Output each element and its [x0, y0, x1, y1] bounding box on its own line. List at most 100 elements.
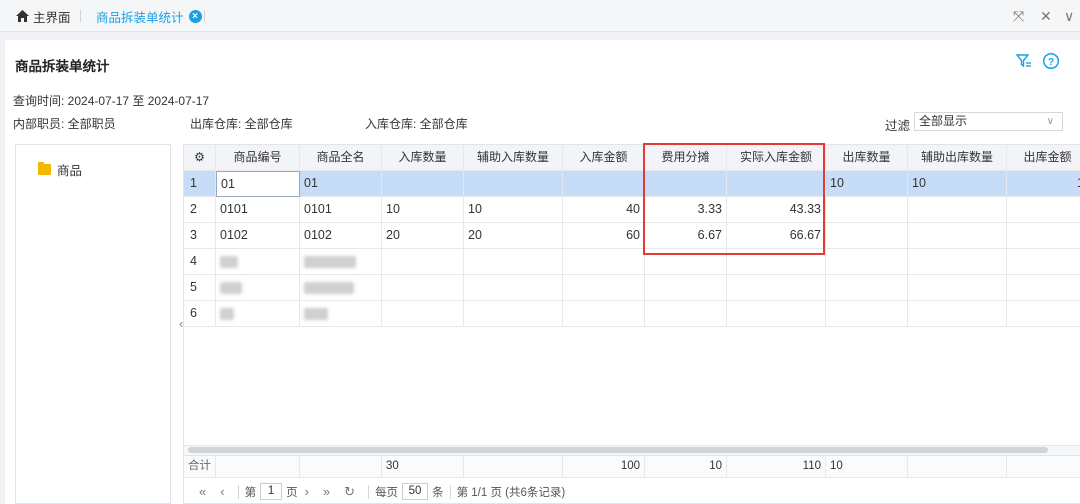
cell-in-qty[interactable] — [382, 171, 464, 197]
page-number-input[interactable]: 1 — [260, 483, 283, 500]
filter-settings-icon[interactable] — [1015, 52, 1033, 70]
cell-aux-out[interactable] — [908, 301, 1007, 327]
cell-out-amount[interactable] — [1007, 275, 1080, 301]
cell-name[interactable] — [300, 275, 382, 301]
cell-fee[interactable] — [645, 301, 727, 327]
cell-out-qty[interactable] — [826, 249, 908, 275]
chevron-down-icon[interactable]: ∨ — [1064, 0, 1074, 32]
per-page-input[interactable]: 50 — [402, 483, 429, 500]
cell-fee[interactable] — [645, 275, 727, 301]
cell-fee[interactable]: 3.33 — [645, 197, 727, 223]
cell-out-amount[interactable] — [1007, 223, 1080, 249]
cell-out-qty[interactable]: 10 — [826, 171, 908, 197]
table-row[interactable]: 2 0101 0101 10 10 40 3.33 43.33 — [184, 197, 1080, 223]
col-header-out-qty[interactable]: 出库数量 — [826, 145, 908, 171]
close-icon[interactable]: ✕ — [1040, 0, 1052, 32]
cell-fee[interactable]: 6.67 — [645, 223, 727, 249]
refresh-icon[interactable]: ↻ — [344, 484, 355, 500]
cell-in-qty[interactable]: 10 — [382, 197, 464, 223]
cell-out-qty[interactable] — [826, 197, 908, 223]
col-header-code[interactable]: 商品编号 — [216, 145, 300, 171]
col-header-aux-out[interactable]: 辅助出库数量 — [908, 145, 1007, 171]
cell-aux-in[interactable] — [464, 249, 563, 275]
fullscreen-icon[interactable]: ⤧ — [1013, 0, 1024, 32]
filter-select[interactable]: 全部显示 ∨ — [914, 112, 1063, 131]
col-header-in-amount[interactable]: 入库金额 — [563, 145, 645, 171]
cell-code[interactable]: 0101 — [216, 197, 300, 223]
cell-code[interactable] — [216, 301, 300, 327]
cell-name[interactable]: 01 — [300, 171, 382, 197]
col-header-out-amount[interactable]: 出库金额 — [1007, 145, 1080, 171]
cell-real-in-amount[interactable]: 66.67 — [727, 223, 826, 249]
cell-in-amount[interactable]: 60 — [563, 223, 645, 249]
table-row[interactable]: 4 — [184, 249, 1080, 275]
close-tab-icon[interactable]: × — [188, 9, 202, 23]
row-number: 6 — [184, 301, 216, 327]
table-row[interactable]: 5 — [184, 275, 1080, 301]
cell-aux-out[interactable] — [908, 223, 1007, 249]
folder-icon — [38, 162, 51, 175]
gear-icon[interactable]: ⚙ — [184, 145, 216, 171]
cell-out-amount[interactable] — [1007, 249, 1080, 275]
cell-code[interactable] — [216, 249, 300, 275]
cell-in-amount[interactable] — [563, 171, 645, 197]
cell-code[interactable]: 0102 — [216, 223, 300, 249]
cell-in-qty[interactable] — [382, 301, 464, 327]
table-row[interactable]: 3 0102 0102 20 20 60 6.67 66.67 — [184, 223, 1080, 249]
cell-in-qty[interactable]: 20 — [382, 223, 464, 249]
cell-in-amount[interactable] — [563, 301, 645, 327]
cell-aux-in[interactable] — [464, 275, 563, 301]
cell-code[interactable]: 01 — [216, 171, 300, 197]
cell-aux-out[interactable] — [908, 249, 1007, 275]
col-header-fee[interactable]: 费用分摊 — [645, 145, 727, 171]
last-page-icon[interactable]: » — [323, 484, 330, 499]
horizontal-scrollbar-thumb[interactable] — [188, 447, 1048, 453]
cell-out-qty[interactable] — [826, 301, 908, 327]
cell-aux-in[interactable] — [464, 171, 563, 197]
cell-out-qty[interactable] — [826, 223, 908, 249]
cell-fee[interactable] — [645, 249, 727, 275]
cell-real-in-amount[interactable] — [727, 275, 826, 301]
table-row[interactable]: 1 01 01 10 10 1 — [184, 171, 1080, 197]
cell-out-amount[interactable] — [1007, 197, 1080, 223]
prev-page-icon[interactable]: ‹ — [220, 484, 224, 499]
cell-name[interactable] — [300, 249, 382, 275]
tab-home[interactable]: 主界面 — [16, 0, 71, 32]
cell-in-amount[interactable] — [563, 275, 645, 301]
cell-name[interactable]: 0102 — [300, 223, 382, 249]
cell-fee[interactable] — [645, 171, 727, 197]
cell-aux-in[interactable] — [464, 301, 563, 327]
cell-real-in-amount[interactable] — [727, 171, 826, 197]
cell-real-in-amount[interactable] — [727, 249, 826, 275]
col-header-aux-in[interactable]: 辅助入库数量 — [464, 145, 563, 171]
cell-name[interactable]: 0101 — [300, 197, 382, 223]
cell-aux-in[interactable]: 20 — [464, 223, 563, 249]
table-row[interactable]: 6 — [184, 301, 1080, 327]
first-page-icon[interactable]: « — [199, 484, 206, 499]
tab-product-split-stats[interactable]: 商品拆装单统计 × — [96, 0, 202, 32]
next-page-icon[interactable]: › — [305, 484, 309, 499]
help-icon[interactable]: ? — [1042, 52, 1060, 70]
cell-real-in-amount[interactable]: 43.33 — [727, 197, 826, 223]
cell-out-qty[interactable] — [826, 275, 908, 301]
summary-label: 合计 — [184, 456, 216, 478]
cell-in-qty[interactable] — [382, 275, 464, 301]
cell-out-amount[interactable]: 1 — [1007, 171, 1080, 197]
col-header-real-in-amount[interactable]: 实际入库金额 — [727, 145, 826, 171]
cell-aux-out[interactable]: 10 — [908, 171, 1007, 197]
cell-code[interactable] — [216, 275, 300, 301]
cell-aux-out[interactable] — [908, 275, 1007, 301]
cell-real-in-amount[interactable] — [727, 301, 826, 327]
cell-in-amount[interactable]: 40 — [563, 197, 645, 223]
cell-aux-out[interactable] — [908, 197, 1007, 223]
cell-aux-in[interactable]: 10 — [464, 197, 563, 223]
col-header-name[interactable]: 商品全名 — [300, 145, 382, 171]
col-header-in-qty[interactable]: 入库数量 — [382, 145, 464, 171]
cell-name[interactable] — [300, 301, 382, 327]
page-suffix: 页 — [286, 486, 298, 499]
cell-out-amount[interactable] — [1007, 301, 1080, 327]
summary-in-qty: 30 — [382, 456, 464, 478]
cell-in-qty[interactable] — [382, 249, 464, 275]
tree-item-products[interactable]: 商品 — [38, 160, 82, 179]
cell-in-amount[interactable] — [563, 249, 645, 275]
